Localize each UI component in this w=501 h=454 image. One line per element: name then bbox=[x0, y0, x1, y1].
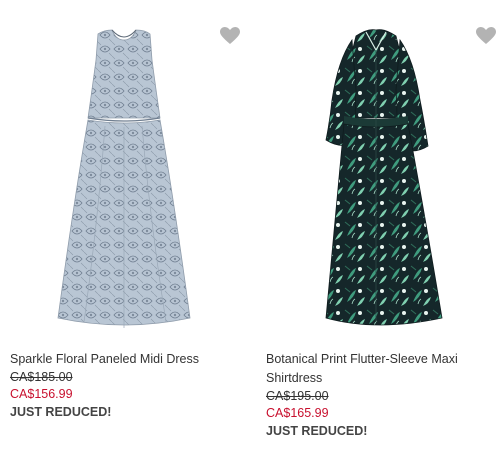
just-reduced-badge: JUST REDUCED! bbox=[10, 405, 112, 419]
sale-price: CA$165.99 bbox=[266, 406, 329, 420]
product-card[interactable]: Sparkle Floral Paneled Midi Dress CA$185… bbox=[0, 0, 240, 454]
product-image[interactable] bbox=[0, 0, 240, 340]
product-info: Botanical Print Flutter-Sleeve Maxi Shir… bbox=[266, 350, 498, 440]
original-price: CA$185.00 bbox=[10, 370, 73, 384]
product-info: Sparkle Floral Paneled Midi Dress CA$185… bbox=[10, 350, 242, 421]
sale-price: CA$156.99 bbox=[10, 387, 73, 401]
just-reduced-badge: JUST REDUCED! bbox=[266, 424, 368, 438]
product-name-link[interactable]: Botanical Print Flutter-Sleeve Maxi Shir… bbox=[266, 350, 498, 388]
heart-icon[interactable] bbox=[220, 27, 240, 45]
heart-icon[interactable] bbox=[476, 27, 496, 45]
product-name-link[interactable]: Sparkle Floral Paneled Midi Dress bbox=[10, 350, 242, 369]
product-image[interactable] bbox=[256, 0, 496, 340]
original-price: CA$195.00 bbox=[266, 389, 329, 403]
product-card[interactable]: Botanical Print Flutter-Sleeve Maxi Shir… bbox=[256, 0, 496, 454]
